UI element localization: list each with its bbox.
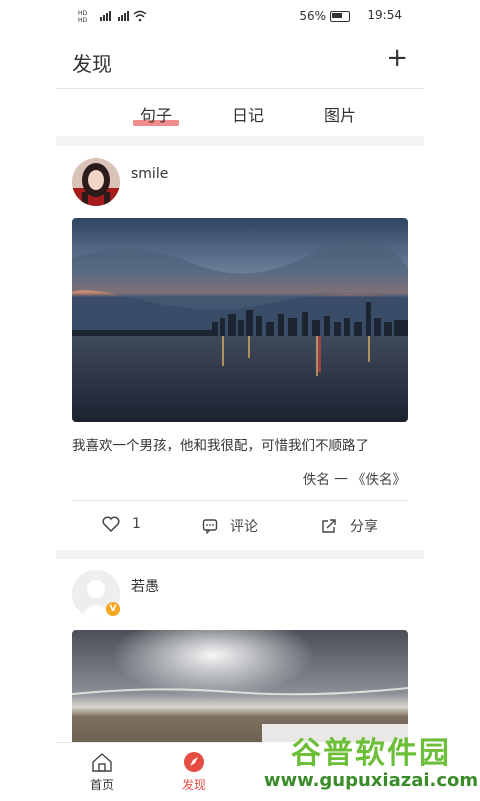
- header-divider: [56, 88, 424, 89]
- signal-icons: HD HD: [78, 8, 148, 22]
- heart-icon: [102, 516, 120, 532]
- avatar[interactable]: [72, 158, 120, 206]
- home-icon: [92, 753, 112, 772]
- comment-label: 评论: [230, 519, 258, 535]
- page-header: 发现 +: [72, 44, 408, 76]
- tab-bar: 句子 日记 图片: [56, 96, 424, 136]
- network-signal-icon: HD HD: [78, 10, 147, 22]
- svg-text:HD: HD: [78, 17, 88, 22]
- post-card: V 若愚: [56, 570, 424, 742]
- watermark-url: www.gupuxiazai.com: [263, 770, 479, 791]
- verified-badge: V: [106, 602, 120, 616]
- battery-status: 56%: [299, 9, 350, 23]
- tab-diary[interactable]: 日记: [232, 102, 264, 126]
- like-button[interactable]: 1: [102, 516, 141, 532]
- svg-text:HD: HD: [78, 10, 88, 17]
- tab-sentences[interactable]: 句子: [140, 102, 172, 126]
- post-separator: [56, 550, 424, 559]
- watermark: 谷普软件园 www.gupuxiazai.com: [262, 724, 480, 800]
- status-time: 19:54: [367, 8, 402, 22]
- nav-home-label: 首页: [89, 778, 114, 792]
- post-card: smile 我喜欢一个男孩，他和我很配，可惜我们不顺路了 佚名 一 《佚名》 1…: [56, 158, 424, 550]
- share-icon: [322, 519, 336, 533]
- avatar-image: [72, 158, 120, 206]
- post-divider: [72, 500, 408, 501]
- post-attribution: 佚名 一 《佚名》: [302, 472, 406, 488]
- battery-percent: 56%: [299, 9, 326, 23]
- page-title: 发现: [72, 52, 112, 76]
- tab-images[interactable]: 图片: [324, 102, 356, 126]
- post-text: 我喜欢一个男孩，他和我很配，可惜我们不顺路了: [72, 438, 369, 454]
- nav-discover[interactable]: 发现: [164, 751, 224, 793]
- compass-icon: [184, 752, 204, 772]
- comment-icon: [202, 519, 218, 534]
- watermark-title: 谷普软件园: [291, 736, 451, 771]
- comment-button[interactable]: 评论: [202, 516, 258, 536]
- post-username[interactable]: 若愚: [131, 576, 159, 596]
- post-actions: 1 评论 分享: [72, 512, 408, 542]
- plus-icon[interactable]: +: [386, 44, 408, 72]
- share-button[interactable]: 分享: [320, 516, 378, 536]
- tabs-divider: [56, 136, 424, 146]
- post-username[interactable]: smile: [131, 166, 168, 182]
- city-skyline-image: [72, 218, 408, 422]
- nav-discover-label: 发现: [181, 778, 206, 792]
- like-count: 1: [132, 516, 141, 532]
- battery-icon: [330, 10, 350, 22]
- share-label: 分享: [350, 519, 378, 535]
- nav-home[interactable]: 首页: [72, 751, 132, 793]
- status-bar: HD HD 56% 19:54: [0, 0, 480, 34]
- post-photo[interactable]: [72, 218, 408, 422]
